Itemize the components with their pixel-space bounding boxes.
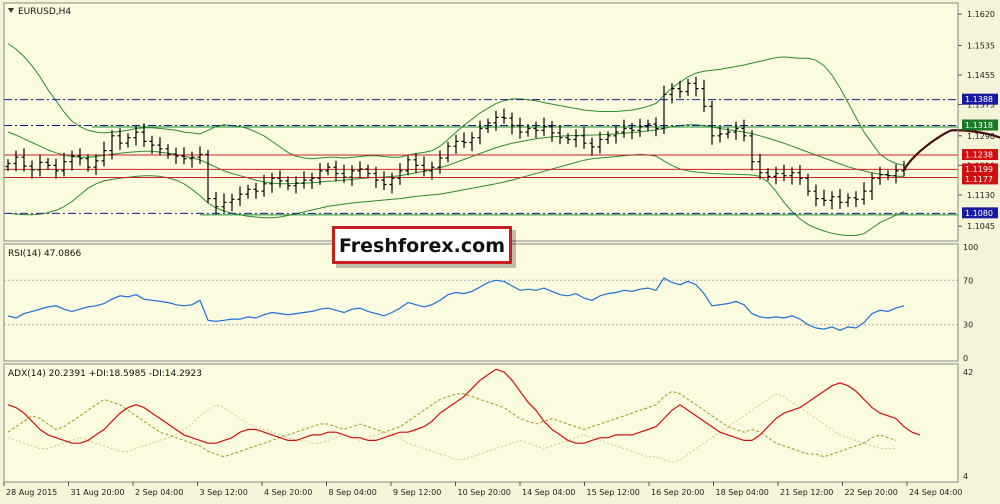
- time-tick-label: 15 Sep 12:00: [587, 488, 640, 497]
- trading-chart: EURUSD,H4 1.16201.15351.14551.13751.1290…: [3, 2, 1000, 497]
- time-tick-label: 16 Sep 20:00: [651, 488, 704, 497]
- price-level-label: 1.1177: [965, 175, 993, 184]
- time-tick-label: 22 Sep 20:00: [845, 488, 898, 497]
- time-tick-label: 4 Sep 20:00: [264, 488, 312, 497]
- adx-axis: 42 4: [963, 368, 973, 481]
- price-tick-label: 1.1045: [967, 222, 995, 231]
- time-tick-label: 8 Sep 04:00: [329, 488, 377, 497]
- price-panel-background: [4, 3, 958, 241]
- time-tick-label: 9 Sep 12:00: [393, 488, 441, 497]
- price-tick-label: 1.1620: [967, 10, 995, 19]
- time-tick-label: 2 Sep 04:00: [135, 488, 183, 497]
- adx-tick-label: 4: [963, 472, 968, 481]
- time-tick-label: 14 Sep 04:00: [522, 488, 575, 497]
- rsi-tick-label: 0: [963, 354, 968, 363]
- time-tick-label: 31 Aug 20:00: [71, 488, 125, 497]
- price-panel: EURUSD,H4 1.16201.15351.14551.13751.1290…: [3, 2, 1000, 242]
- adx-panel-background: [4, 364, 958, 482]
- rsi-tick-label: 100: [963, 243, 978, 252]
- price-level-label: 1.1080: [965, 209, 993, 218]
- time-tick-label: 28 Aug 2015: [6, 488, 57, 497]
- adx-panel: ADX(14) 20.2391 +DI:18.5985 -DI:14.2923 …: [3, 363, 973, 483]
- time-tick-label: 3 Sep 12:00: [200, 488, 248, 497]
- rsi-tick-label: 70: [963, 276, 973, 285]
- time-tick-label: 10 Sep 20:00: [458, 488, 511, 497]
- rsi-axis: 100 70 30 0: [963, 243, 978, 363]
- adx-tick-label: 42: [963, 368, 973, 377]
- price-tick-label: 1.1130: [967, 191, 995, 200]
- price-level-label: 1.1199: [965, 165, 993, 174]
- logo-text: Freshforex.com: [339, 235, 505, 257]
- time-tick-label: 24 Sep 04:00: [909, 488, 962, 497]
- time-tick-label: 21 Sep 12:00: [780, 488, 833, 497]
- rsi-tick-label: 30: [963, 321, 973, 330]
- price-tick-label: 1.1455: [967, 71, 995, 80]
- adx-title: ADX(14) 20.2391 +DI:18.5985 -DI:14.2923: [8, 369, 202, 379]
- time-axis: 28 Aug 2015 31 Aug 20:00 2 Sep 04:00 3 Sep …: [3, 482, 962, 497]
- time-tick-label: 18 Sep 04:00: [716, 488, 769, 497]
- price-tick-label: 1.1290: [967, 132, 995, 141]
- symbol-title: EURUSD,H4: [18, 7, 71, 17]
- rsi-title: RSI(14) 47.0866: [8, 249, 81, 259]
- price-level-label: 1.1318: [965, 121, 993, 130]
- chart-window: EURUSD,H4 1.1620 1.1535 1.1455 1.1375 1.1290…: [0, 0, 1000, 500]
- price-tick-label: 1.1535: [967, 41, 995, 50]
- price-level-label: 1.1388: [965, 95, 993, 104]
- price-level-label: 1.1238: [965, 151, 993, 160]
- freshforex-logo: Freshforex.com: [332, 226, 516, 268]
